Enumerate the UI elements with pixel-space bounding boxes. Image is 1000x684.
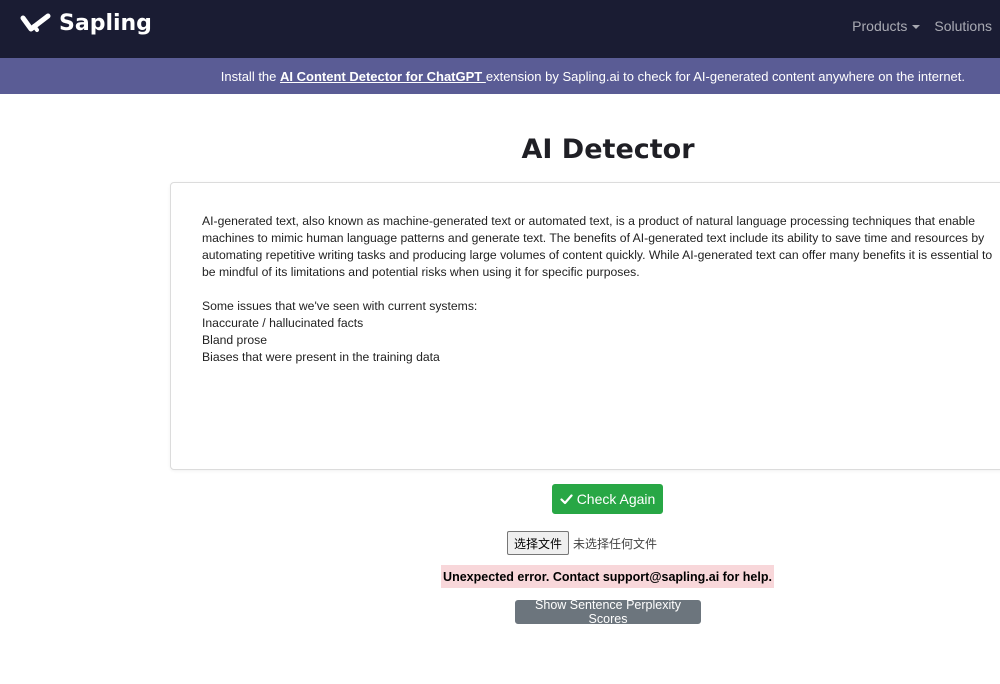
brand-name: Sapling bbox=[59, 11, 152, 36]
error-alert: Unexpected error. Contact support@saplin… bbox=[441, 565, 774, 588]
issue-item: Biases that were present in the training… bbox=[202, 350, 440, 364]
issues-heading: Some issues that we've seen with current… bbox=[202, 299, 478, 313]
choose-file-button[interactable]: 选择文件 bbox=[507, 531, 570, 555]
file-upload: 选择文件 未选择任何文件 bbox=[507, 531, 657, 555]
issue-item: Inaccurate / hallucinated facts bbox=[202, 316, 364, 330]
banner-text: Install the AI Content Detector for Chat… bbox=[221, 68, 965, 85]
brand-logo-link[interactable]: Sapling bbox=[20, 9, 152, 39]
nav-solutions-link[interactable]: Solutions bbox=[934, 17, 992, 35]
check-again-button[interactable]: Check Again bbox=[552, 484, 663, 514]
file-status-text: 未选择任何文件 bbox=[573, 536, 658, 551]
banner-suffix: extension by Sapling.ai to check for AI-… bbox=[485, 69, 965, 84]
issue-item: Bland prose bbox=[202, 333, 268, 347]
nav-products-label: Products bbox=[852, 18, 908, 34]
extension-banner: Install the AI Content Detector for Chat… bbox=[0, 58, 1000, 94]
banner-prefix: Install the bbox=[220, 69, 281, 84]
chatgpt-extension-link[interactable]: AI Content Detector for ChatGPT bbox=[280, 69, 486, 84]
top-navbar: Sapling Products Solutions bbox=[0, 0, 1000, 58]
check-again-label: Check Again bbox=[576, 491, 656, 507]
nav-links: Products Solutions bbox=[852, 17, 992, 35]
page-title: AI Detector bbox=[521, 134, 695, 165]
sapling-logo-icon bbox=[20, 13, 51, 32]
caret-down-icon bbox=[912, 24, 921, 29]
editor-paragraph: AI-generated text, also known as machine… bbox=[202, 214, 993, 279]
text-editor[interactable]: AI-generated text, also known as machine… bbox=[170, 182, 1000, 470]
nav-solutions-label: Solutions bbox=[934, 18, 992, 34]
checkmark-icon bbox=[560, 493, 573, 504]
show-perplexity-button[interactable]: Show Sentence Perplexity Scores bbox=[515, 598, 701, 626]
editor-content[interactable]: AI-generated text, also known as machine… bbox=[202, 213, 1000, 366]
nav-products-dropdown[interactable]: Products bbox=[852, 17, 921, 35]
